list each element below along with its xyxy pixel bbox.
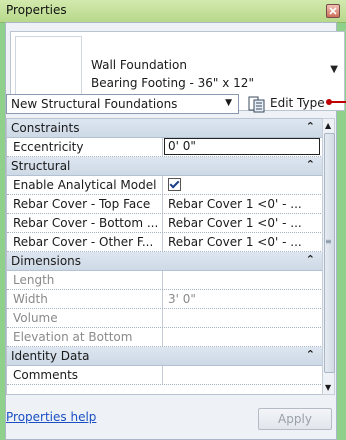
edit-type-icon [248,95,266,116]
group-structural[interactable]: Structural ⌃ [7,157,323,176]
properties-grid: Constraints ⌃ Eccentricity 0' 0" Structu… [6,118,324,395]
property-value [164,176,321,194]
properties-help-link[interactable]: Properties help [6,410,96,424]
property-value [164,328,321,346]
close-icon[interactable] [326,4,340,18]
property-row-enable-analytical-model[interactable]: Enable Analytical Model [7,176,323,195]
property-value [164,271,321,289]
property-label: Volume [7,309,163,327]
instance-filter-value: New Structural Foundations [11,97,178,111]
type-name: Bearing Footing - 36" x 12" [91,76,254,90]
instance-filter-dropdown[interactable]: New Structural Foundations ▼ [6,94,239,114]
enable-analytical-checkbox[interactable] [168,178,181,191]
chevron-down-icon[interactable]: ▼ [330,64,338,75]
property-label: Width [7,290,163,308]
scroll-down-icon[interactable]: ▼ [325,383,331,392]
scroll-up-icon[interactable]: ▲ [325,121,331,130]
property-row-eccentricity[interactable]: Eccentricity 0' 0" [7,138,323,157]
apply-button[interactable]: Apply [258,408,332,430]
property-row-length: Length [7,271,323,290]
property-label: Rebar Cover - Top Face [7,195,163,213]
group-label: Dimensions [11,254,82,268]
property-label: Eccentricity [7,138,163,156]
window-title: Properties [6,3,67,17]
family-name: Wall Foundation [91,58,187,72]
property-row-rebar-bottom[interactable]: Rebar Cover - Bottom ... Rebar Cover 1 <… [7,214,323,233]
property-label: Rebar Cover - Other F... [7,233,163,251]
group-constraints[interactable]: Constraints ⌃ [7,119,323,138]
property-value: 3' 0" [168,292,196,306]
property-value[interactable]: Rebar Cover 1 <0' - ... [164,195,321,213]
property-value[interactable]: Rebar Cover 1 <0' - ... [164,214,321,232]
title-bar[interactable]: Properties [0,0,346,23]
collapse-icon[interactable]: ⌃ [306,253,315,266]
property-label: Length [7,271,163,289]
property-row-elevation-bottom: Elevation at Bottom [7,328,323,347]
group-identity-data[interactable]: Identity Data ⌃ [7,347,323,366]
chevron-down-icon: ▼ [225,98,232,108]
edit-type-label: Edit Type [270,96,325,110]
property-label: Enable Analytical Model [7,176,163,194]
collapse-icon[interactable]: ⌃ [306,348,315,361]
property-row-rebar-other[interactable]: Rebar Cover - Other F... Rebar Cover 1 <… [7,233,323,252]
property-value[interactable]: Rebar Cover 1 <0' - ... [164,233,321,251]
collapse-icon[interactable]: ⌃ [306,158,315,171]
collapse-icon[interactable]: ⌃ [306,120,315,133]
group-label: Constraints [11,121,80,135]
property-label: Elevation at Bottom [7,328,163,346]
property-row-width: Width 3' 0" [7,290,323,309]
property-row-rebar-top[interactable]: Rebar Cover - Top Face Rebar Cover 1 <0'… [7,195,323,214]
scroll-thumb[interactable] [324,133,335,373]
edit-type-button[interactable]: Edit Type [248,94,334,114]
grip-icon: ≡ [325,237,332,246]
eccentricity-input[interactable]: 0' 0" [164,138,320,155]
property-value[interactable] [164,366,321,384]
property-row-comments[interactable]: Comments [7,366,323,385]
group-dimensions[interactable]: Dimensions ⌃ [7,252,323,271]
property-row-volume: Volume [7,309,323,328]
group-label: Identity Data [11,349,90,363]
callout-line [330,101,346,103]
property-label: Comments [7,366,163,384]
group-label: Structural [11,159,71,173]
filter-row: New Structural Foundations ▼ Edit Type [6,94,336,116]
property-value [164,309,321,327]
vertical-scrollbar[interactable]: ▲ ≡ ▼ [322,118,335,395]
property-label: Rebar Cover - Bottom ... [7,214,163,232]
footer: Properties help Apply [6,408,336,432]
